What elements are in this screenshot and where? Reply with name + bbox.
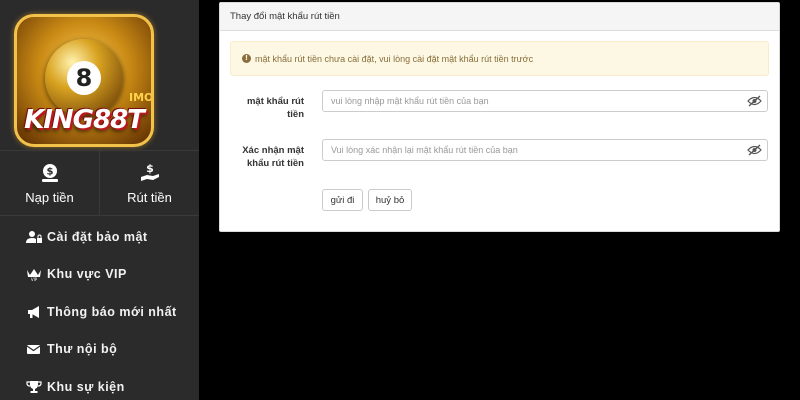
sidebar-item-vip[interactable]: VIP Khu vực VIP [0, 256, 199, 294]
alert-message: mật khẩu rút tiền chưa cài đặt, vui lòng… [255, 53, 534, 64]
envelope-icon [26, 345, 41, 355]
withdraw-password-field [322, 90, 768, 112]
withdraw-label: Rút tiền [127, 189, 172, 205]
megaphone-icon [28, 305, 39, 318]
sidebar-item-label: Thư nội bộ [47, 342, 118, 357]
svg-text:$: $ [46, 166, 53, 177]
deposit-button[interactable]: $ Nạp tiền [0, 151, 99, 215]
change-withdraw-password-panel: Thay đổi mật khẩu rút tiền ! mật khẩu rú… [219, 2, 780, 232]
sidebar-item-label: Thông báo mới nhất [47, 304, 177, 319]
panel-header: Thay đổi mật khẩu rút tiền [220, 3, 779, 31]
submit-button[interactable]: gửi đi [322, 189, 363, 211]
sidebar: 8 KING88T IMO $ Nạp tiền $ Rút tiền Cài … [0, 0, 199, 400]
svg-text:VIP: VIP [31, 277, 38, 281]
withdraw-icon: $ [140, 162, 159, 181]
logo-area: 8 KING88T IMO [0, 0, 199, 150]
withdraw-button[interactable]: $ Rút tiền [99, 151, 199, 215]
confirm-withdraw-password-label: Xác nhận mật khẩu rút tiền [242, 145, 304, 169]
user-lock-icon [26, 230, 42, 243]
sidebar-item-events[interactable]: Khu sự kiện [0, 368, 199, 400]
logo-ball-number: 8 [67, 61, 101, 95]
sidebar-item-label: Khu vực VIP [47, 267, 127, 282]
withdraw-password-input[interactable] [323, 91, 743, 111]
svg-text:$: $ [146, 162, 154, 175]
trophy-icon [26, 380, 42, 393]
sidebar-menu: Cài đặt bảo mật VIP Khu vực VIP Thông bá… [0, 218, 199, 400]
deposit-label: Nạp tiền [25, 189, 74, 205]
sidebar-item-security-settings[interactable]: Cài đặt bảo mật [0, 218, 199, 256]
confirm-withdraw-password-input[interactable] [323, 140, 743, 160]
withdraw-password-label: mật khẩu rút tiền [246, 96, 304, 120]
page: 8 KING88T IMO $ Nạp tiền $ Rút tiền Cài … [0, 0, 800, 400]
sidebar-item-label: Cài đặt bảo mật [47, 229, 148, 244]
vip-crown-icon: VIP [27, 269, 41, 281]
sidebar-item-announcements[interactable]: Thông báo mới nhất [0, 293, 199, 331]
logo-badge: IMO [129, 91, 154, 104]
deposit-icon: $ [41, 163, 58, 182]
brand-logo[interactable]: 8 KING88T IMO [14, 14, 154, 147]
quick-actions: $ Nạp tiền $ Rút tiền [0, 150, 199, 216]
cancel-button[interactable]: huỷ bỏ [368, 189, 412, 211]
exclamation-circle-icon: ! [242, 54, 251, 63]
sidebar-item-inbox[interactable]: Thư nội bộ [0, 331, 199, 369]
logo-text: KING88T [24, 105, 145, 135]
confirm-withdraw-password-field [322, 139, 768, 161]
sidebar-item-label: Khu sự kiện [47, 379, 125, 394]
eye-slash-icon[interactable] [747, 144, 762, 156]
panel-title: Thay đổi mật khẩu rút tiền [230, 11, 340, 22]
eye-slash-icon[interactable] [747, 95, 762, 107]
warning-alert: ! mật khẩu rút tiền chưa cài đặt, vui lò… [230, 41, 769, 76]
